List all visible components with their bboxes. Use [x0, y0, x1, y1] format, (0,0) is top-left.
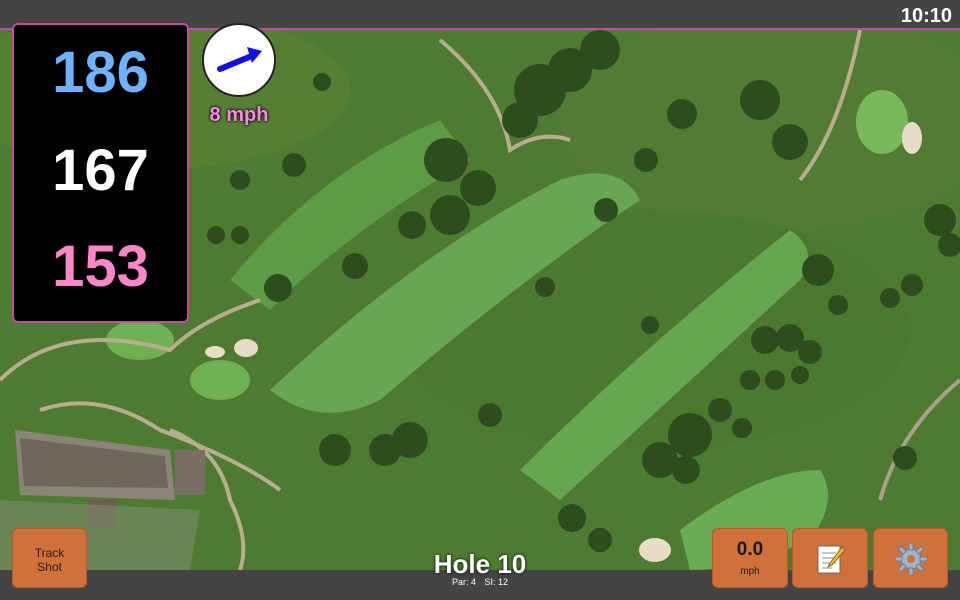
wind-direction-arrow-icon	[217, 47, 262, 72]
speed-value: 0.0	[736, 539, 764, 560]
distance-panel: 186 167 153	[12, 23, 189, 323]
notes-button[interactable]	[792, 528, 868, 588]
speed-button[interactable]: 0.0 mph	[712, 528, 788, 588]
track-shot-label-line2: Shot	[37, 560, 62, 574]
notepad-icon	[817, 545, 846, 574]
hole-stroke-index: SI: 12	[484, 577, 509, 587]
gear-icon	[894, 542, 928, 576]
track-shot-label-line1: Track	[34, 546, 65, 560]
front-distance: 153	[52, 234, 149, 299]
speed-unit: mph	[740, 566, 760, 577]
back-distance: 186	[52, 40, 149, 105]
wind-speed: 8 mph	[209, 104, 269, 126]
hole-par: Par: 4	[451, 577, 476, 587]
track-shot-label: Track Shot	[13, 546, 86, 574]
hole-meta: Par: 4 SI: 12	[400, 577, 560, 587]
hole-title: Hole 10	[433, 549, 527, 579]
wind-indicator	[202, 23, 276, 97]
clock: 10:10	[900, 5, 952, 27]
settings-button[interactable]	[873, 528, 948, 588]
middle-distance: 167	[52, 138, 149, 203]
track-shot-button[interactable]: Track Shot	[12, 528, 87, 588]
